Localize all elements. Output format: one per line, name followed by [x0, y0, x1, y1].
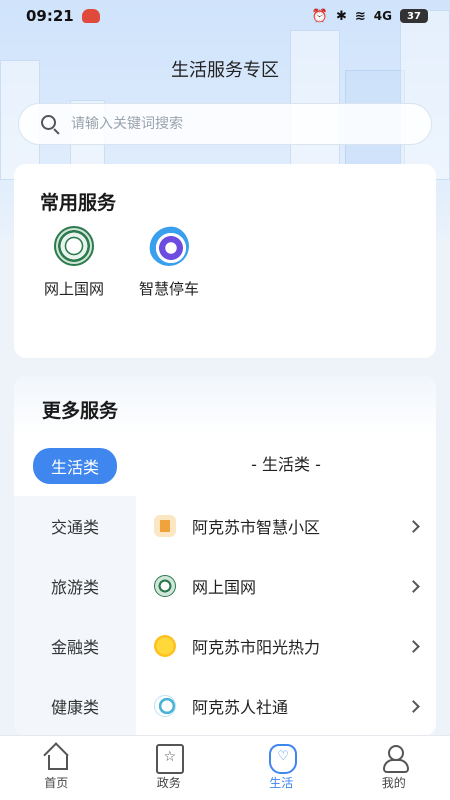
category-label: 健康类 [50, 698, 99, 717]
list-item-label: 阿克苏人社通 [192, 698, 289, 717]
tab-label: 首页 [44, 776, 69, 790]
battery-icon: 37 [400, 9, 428, 23]
category-label-active: 生活类 [32, 448, 117, 484]
tab-label: 政务 [156, 776, 181, 790]
category-label: 金融类 [50, 638, 99, 657]
bluetooth-icon: ✱ [335, 8, 347, 24]
list-item[interactable]: 网上国网 [154, 556, 424, 616]
bottom-tab-bar: 首页 政务 生活 我的 [0, 735, 450, 800]
category-finance[interactable]: 金融类 [14, 616, 136, 676]
section-heading: - 生活类 - [251, 455, 321, 474]
chevron-right-icon [407, 639, 420, 653]
service-state-grid[interactable]: 网上国网 [29, 226, 119, 299]
life-icon [268, 744, 298, 774]
community-icon [154, 515, 176, 537]
alarm-icon: ⏰ [311, 8, 328, 24]
list-item[interactable]: 阿克苏市阳光热力 [154, 616, 424, 676]
status-time: 09:21 [26, 7, 74, 25]
chevron-right-icon [407, 519, 420, 533]
category-label: 旅游类 [50, 578, 99, 597]
app-notification-icon [81, 9, 100, 23]
service-smart-parking[interactable]: 智慧停车 [124, 226, 214, 299]
network-label: 4G [373, 9, 392, 23]
search-bar[interactable] [18, 103, 432, 145]
chevron-right-icon [407, 579, 420, 593]
tab-label: 生活 [269, 776, 294, 790]
more-services-title: 更多服务 [42, 400, 119, 422]
tab-label: 我的 [381, 776, 406, 790]
smart-parking-icon [149, 226, 189, 266]
search-icon [39, 113, 61, 135]
common-services-title: 常用服务 [40, 192, 117, 214]
search-input[interactable] [71, 116, 401, 132]
state-grid-icon [54, 226, 94, 266]
category-life[interactable]: 生活类 [14, 436, 136, 496]
state-grid-icon [154, 575, 176, 597]
list-item-label: 网上国网 [192, 578, 257, 597]
list-item[interactable]: 阿克苏市智慧小区 [154, 496, 424, 556]
list-item[interactable]: 阿克苏人社通 [154, 676, 424, 736]
service-label: 网上国网 [43, 280, 104, 298]
chevron-right-icon [407, 699, 420, 713]
category-label: 交通类 [50, 518, 99, 537]
wifi-icon: ≋ [354, 8, 366, 24]
tab-life[interactable]: 生活 [225, 736, 338, 800]
government-icon [155, 744, 184, 774]
tab-home[interactable]: 首页 [0, 736, 113, 800]
category-health[interactable]: 健康类 [14, 676, 136, 736]
sun-icon [154, 635, 176, 657]
more-services-card: 更多服务 生活类 交通类 旅游类 金融类 健康类 - 生活类 - 阿克苏市智慧小… [14, 376, 436, 736]
home-icon [43, 744, 69, 770]
list-item-label: 阿克苏市阳光热力 [192, 638, 321, 657]
page-title: 生活服务专区 [171, 60, 279, 81]
profile-icon [381, 744, 409, 773]
category-transport[interactable]: 交通类 [14, 496, 136, 556]
social-security-icon [154, 695, 176, 717]
tab-government[interactable]: 政务 [113, 736, 226, 800]
list-item-label: 阿克苏市智慧小区 [192, 518, 321, 537]
building-decoration [400, 10, 450, 180]
service-label: 智慧停车 [138, 280, 199, 298]
status-bar: 09:21 ⏰ ✱ ≋ 4G 37 [0, 0, 450, 32]
tab-profile[interactable]: 我的 [338, 736, 450, 800]
category-travel[interactable]: 旅游类 [14, 556, 136, 616]
common-services-card: 常用服务 网上国网 智慧停车 [14, 164, 436, 358]
